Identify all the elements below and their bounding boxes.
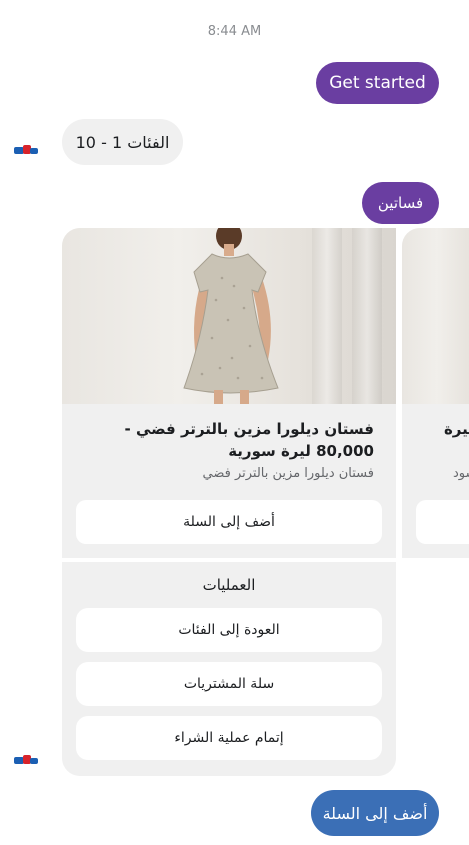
bot-avatar-icon xyxy=(14,143,38,157)
add-to-cart-label: أضف إلى السلة xyxy=(183,514,275,530)
back-to-categories-button[interactable]: العودة إلى الفئات xyxy=(76,608,382,652)
product-title: فستان ديلورا مزين بالترتر فضي - 80,000 ل… xyxy=(124,420,374,460)
product-subtitle: فستان ديلورا مزين بالترتر فضي xyxy=(202,466,375,481)
checkout-button[interactable]: إتمام عملية الشراء xyxy=(76,716,382,760)
dresses-message[interactable]: فساتين xyxy=(362,182,439,224)
add-to-cart-reply-label: أضف إلى السلة xyxy=(322,803,428,823)
dresses-label: فساتين xyxy=(377,194,424,212)
product-card[interactable]: فستان ديلورا مزين بالترتر فضي - 80,000 ل… xyxy=(62,228,396,558)
shopping-cart-label: سلة المشتريات xyxy=(183,676,275,692)
product-carousel[interactable]: فستان ديلورا مزين بالترتر فضي - 80,000 ل… xyxy=(62,228,469,560)
back-to-categories-label: العودة إلى الفئات xyxy=(178,622,280,638)
get-started-message[interactable]: Get started xyxy=(316,62,439,104)
product-image xyxy=(402,228,469,404)
add-to-cart-button[interactable] xyxy=(416,500,469,544)
chat-timestamp: 8:44 AM xyxy=(207,24,262,39)
categories-range-label: الفئات 1 - 10 xyxy=(75,132,170,152)
product-image xyxy=(62,228,396,404)
checkout-label: إتمام عملية الشراء xyxy=(174,730,284,746)
get-started-label: Get started xyxy=(329,73,426,93)
product-card[interactable]: 75 ليرة ش أسود xyxy=(402,228,469,558)
add-to-cart-button[interactable]: أضف إلى السلة xyxy=(76,500,382,544)
operations-panel: العمليات العودة إلى الفئات سلة المشتريات… xyxy=(62,562,396,776)
categories-range-message: الفئات 1 - 10 xyxy=(62,119,183,165)
add-to-cart-reply-message[interactable]: أضف إلى السلة xyxy=(311,790,439,836)
shopping-cart-button[interactable]: سلة المشتريات xyxy=(76,662,382,706)
product-subtitle: ش أسود xyxy=(452,466,469,481)
bot-avatar-icon xyxy=(14,753,38,767)
operations-title: العمليات xyxy=(202,576,256,594)
product-title: 75 ليرة xyxy=(443,420,469,438)
